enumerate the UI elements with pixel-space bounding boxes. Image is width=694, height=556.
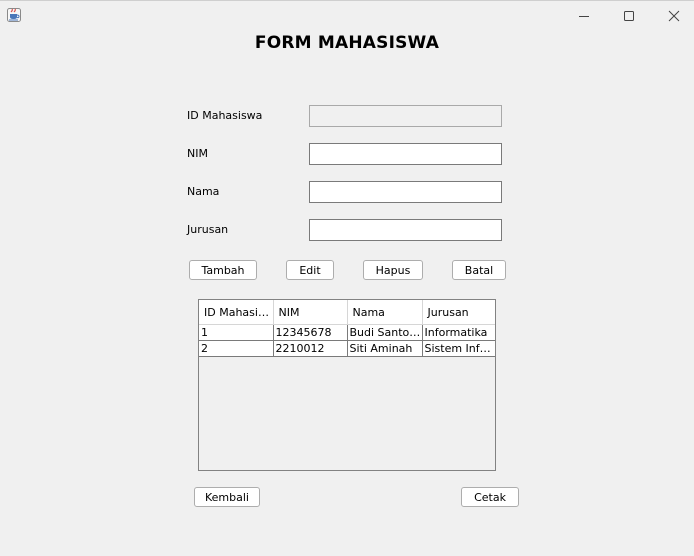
table-row[interactable]: 2 2210012 Siti Aminah Sistem Infor... xyxy=(199,340,495,357)
minimize-icon[interactable] xyxy=(561,1,607,31)
column-header-id-mahasiswa[interactable]: ID Mahasis... xyxy=(199,300,274,325)
column-header-nama[interactable]: Nama xyxy=(347,300,423,325)
edit-button[interactable]: Edit xyxy=(286,260,334,280)
title-bar[interactable] xyxy=(0,0,694,31)
cell-nim[interactable]: 2210012 xyxy=(273,340,348,357)
table-header-row: ID Mahasis... NIM Nama Jurusan xyxy=(199,300,495,325)
cell-nama[interactable]: Budi Santoso xyxy=(347,324,423,341)
column-header-jurusan[interactable]: Jurusan xyxy=(422,300,495,325)
java-app-icon[interactable] xyxy=(6,7,22,23)
column-header-nim[interactable]: NIM xyxy=(273,300,348,325)
table-row[interactable]: 1 12345678 Budi Santoso Informatika xyxy=(199,324,495,341)
app-window: FORM MAHASISWA ID Mahasiswa NIM Nama Jur… xyxy=(0,0,694,556)
kembali-button[interactable]: Kembali xyxy=(194,487,260,507)
nim-field[interactable] xyxy=(309,143,502,165)
cell-jurusan[interactable]: Sistem Infor... xyxy=(422,340,495,357)
tambah-button[interactable]: Tambah xyxy=(189,260,257,280)
label-id-mahasiswa: ID Mahasiswa xyxy=(187,109,263,122)
label-jurusan: Jurusan xyxy=(187,223,229,236)
id-mahasiswa-field xyxy=(309,105,502,127)
hapus-button[interactable]: Hapus xyxy=(363,260,423,280)
maximize-icon[interactable] xyxy=(606,1,652,31)
label-nim: NIM xyxy=(187,147,208,160)
jurusan-field[interactable] xyxy=(309,219,502,241)
mahasiswa-table[interactable]: ID Mahasis... NIM Nama Jurusan 1 1234567… xyxy=(199,300,495,357)
form-title: FORM MAHASISWA xyxy=(254,33,440,53)
close-icon[interactable] xyxy=(651,1,694,31)
label-nama: Nama xyxy=(187,185,220,198)
cell-id[interactable]: 2 xyxy=(199,340,274,357)
mahasiswa-table-scrollpane[interactable]: ID Mahasis... NIM Nama Jurusan 1 1234567… xyxy=(198,299,496,471)
nama-field[interactable] xyxy=(309,181,502,203)
batal-button[interactable]: Batal xyxy=(452,260,506,280)
cell-nim[interactable]: 12345678 xyxy=(273,324,348,341)
cell-jurusan[interactable]: Informatika xyxy=(422,324,495,341)
cetak-button[interactable]: Cetak xyxy=(461,487,519,507)
cell-nama[interactable]: Siti Aminah xyxy=(347,340,423,357)
cell-id[interactable]: 1 xyxy=(199,324,274,341)
